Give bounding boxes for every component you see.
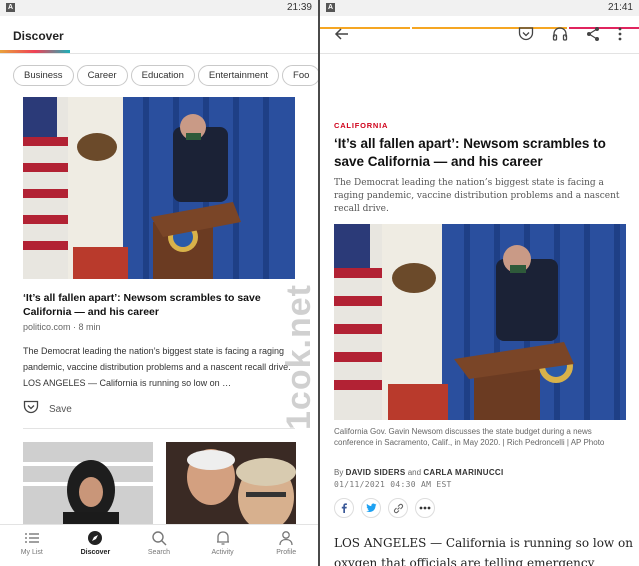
story-divider <box>23 428 295 429</box>
more-share-button[interactable] <box>415 498 435 518</box>
status-time: 21:39 <box>286 2 312 13</box>
link-icon <box>393 503 403 513</box>
discover-pane: A 21:39 Discover Business Career Education… <box>0 0 318 566</box>
notification-icon: A <box>326 3 335 12</box>
status-bar: A 21:41 <box>320 0 639 16</box>
chip-business[interactable]: Business <box>13 65 74 86</box>
article-headline: ‘It’s all fallen apart’: Newsom scramble… <box>334 136 606 169</box>
tab-label: Search <box>147 549 171 556</box>
facebook-share-button[interactable] <box>334 498 354 518</box>
watermark: 1cok.net <box>280 284 318 430</box>
chip-education[interactable]: Education <box>130 65 195 86</box>
tab-search[interactable]: Search <box>127 525 191 566</box>
story-thumbnail[interactable] <box>23 442 153 527</box>
share-icon <box>587 27 599 41</box>
article-body: LOS ANGELES — California is running so l… <box>334 536 633 566</box>
tab-label: Profile <box>276 549 297 556</box>
back-button[interactable] <box>334 26 350 47</box>
author-link[interactable]: DAVID SIDERS <box>346 468 406 477</box>
share-row <box>334 498 442 518</box>
list-icon <box>24 533 39 543</box>
save-button[interactable]: Save <box>23 400 72 419</box>
save-label: Save <box>49 404 72 415</box>
chip-career[interactable]: Career <box>76 65 128 86</box>
share-button[interactable] <box>585 26 601 47</box>
image-caption: California Gov. Gavin Newsom discusses t… <box>334 427 605 447</box>
search-icon <box>152 531 167 546</box>
twitter-icon <box>365 503 376 512</box>
back-arrow-icon <box>334 28 348 40</box>
discover-icon <box>88 531 103 545</box>
story-image[interactable] <box>23 97 295 279</box>
notification-icon: A <box>6 3 15 12</box>
tab-my-list[interactable]: My List <box>0 525 64 566</box>
save-to-pocket-button[interactable] <box>518 26 534 47</box>
bell-icon <box>216 531 229 545</box>
headphones-icon <box>552 27 568 41</box>
byline-and: and <box>407 468 422 477</box>
story-headline[interactable]: ‘It’s all fallen apart’: Newsom scramble… <box>23 291 295 319</box>
listen-button[interactable] <box>552 26 568 47</box>
status-time: 21:41 <box>607 2 633 13</box>
facebook-icon <box>341 503 347 513</box>
twitter-share-button[interactable] <box>361 498 381 518</box>
more-horiz-icon <box>419 506 431 510</box>
reader-pane: A 21:41 CALIFORNIA ‘It’s all fallen apar… <box>320 0 639 566</box>
tab-activity[interactable]: Activity <box>191 525 255 566</box>
story-source: politico.com · 8 min <box>23 322 101 332</box>
status-bar: A 21:39 <box>0 0 318 16</box>
profile-icon <box>279 531 293 546</box>
publish-date: 01/11/2021 04:30 AM EST <box>334 480 452 489</box>
discover-header: Discover <box>0 16 318 54</box>
byline: By DAVID SIDERS and CARLA MARINUCCI <box>334 468 504 477</box>
copy-link-button[interactable] <box>388 498 408 518</box>
overflow-menu-button[interactable] <box>617 26 623 47</box>
reader-toolbar <box>320 18 639 54</box>
author-link[interactable]: CARLA MARINUCCI <box>423 468 503 477</box>
chip-entertainment[interactable]: Entertainment <box>197 65 280 86</box>
bottom-tab-bar: My List Discover Search Activity Profile <box>0 524 318 566</box>
article-dek: The Democrat leading the nation’s bigges… <box>334 178 620 214</box>
save-icon <box>23 400 39 419</box>
category-chips: Business Career Education Entertainment Foo <box>13 65 318 86</box>
article-section: CALIFORNIA <box>334 121 389 130</box>
tab-profile[interactable]: Profile <box>254 525 318 566</box>
tab-label: My List <box>20 549 43 556</box>
more-vert-icon <box>618 27 622 41</box>
story-thumbnail[interactable] <box>166 442 296 527</box>
page-title: Discover <box>13 29 64 43</box>
byline-prefix: By <box>334 468 344 477</box>
tab-label: Discover <box>80 549 111 556</box>
tab-discover[interactable]: Discover <box>64 525 128 566</box>
article-image <box>334 224 626 420</box>
chip-food[interactable]: Foo <box>282 65 318 86</box>
pocket-icon <box>518 27 534 41</box>
tab-label: Activity <box>211 549 234 556</box>
header-divider <box>0 53 318 54</box>
story-excerpt: The Democrat leading the nation’s bigges… <box>23 346 291 388</box>
